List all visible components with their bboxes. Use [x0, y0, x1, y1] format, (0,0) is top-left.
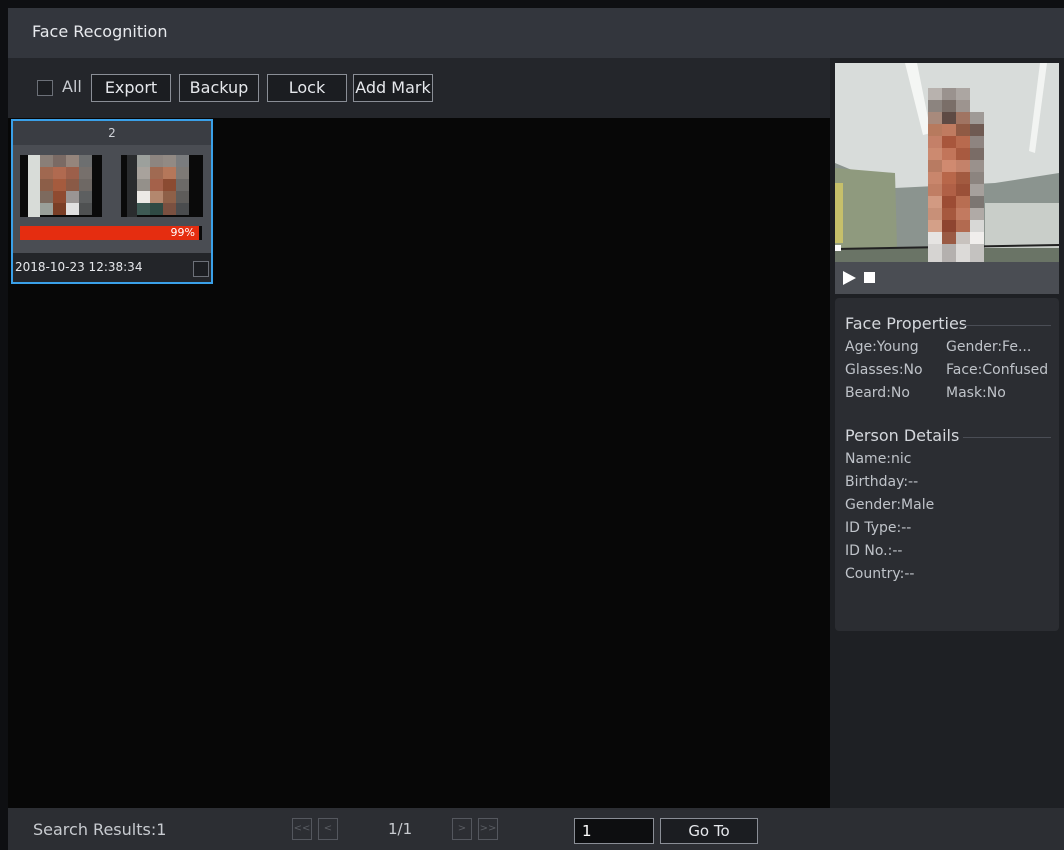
person-gender: Gender:Male	[845, 497, 935, 513]
face-expression: Face:Confused	[946, 362, 1049, 378]
goto-page-input[interactable]: 1	[574, 818, 654, 844]
card-footer: 2018-10-23 12:38:34	[13, 253, 211, 282]
section-divider	[963, 437, 1051, 438]
similarity-bar: 99%	[20, 226, 202, 240]
page-title: Face Recognition	[32, 22, 168, 41]
lock-button[interactable]: Lock	[267, 74, 347, 102]
face-glasses: Glasses:No	[845, 362, 923, 378]
person-details-title: Person Details	[845, 426, 960, 445]
face-age: Age:Young	[845, 339, 919, 355]
person-birthday: Birthday:--	[845, 474, 919, 490]
add-mark-button[interactable]: Add Mark	[353, 74, 433, 102]
title-bar: Face Recognition	[8, 8, 1064, 58]
face-library-thumbnail[interactable]	[121, 155, 203, 217]
last-page-button[interactable]: >>	[478, 818, 498, 840]
stop-icon[interactable]	[864, 272, 875, 283]
card-index: 2	[13, 121, 211, 145]
next-page-button[interactable]: >	[452, 818, 472, 840]
face-beard: Beard:No	[845, 385, 910, 401]
select-all-checkbox[interactable]	[37, 80, 53, 96]
face-gender: Gender:Fe...	[946, 339, 1032, 355]
export-button[interactable]: Export	[91, 74, 171, 102]
first-page-button[interactable]: <<	[292, 818, 312, 840]
section-divider	[963, 325, 1051, 326]
card-select-checkbox[interactable]	[193, 261, 209, 277]
similarity-value: 99%	[170, 226, 195, 239]
card-body: 99%	[13, 145, 211, 253]
video-preview[interactable]	[835, 63, 1059, 262]
toolbar: All Export Backup Lock Add Mark	[8, 58, 830, 118]
preview-frame	[835, 63, 1059, 262]
prev-page-button[interactable]: <	[318, 818, 338, 840]
person-country: Country:--	[845, 566, 915, 582]
person-id-number: ID No.:--	[845, 543, 903, 559]
search-results-count: Search Results:1	[33, 820, 167, 839]
face-properties-title: Face Properties	[845, 314, 968, 333]
person-name: Name:nic	[845, 451, 912, 467]
goto-button[interactable]: Go To	[660, 818, 758, 844]
backup-button[interactable]: Backup	[179, 74, 259, 102]
card-timestamp: 2018-10-23 12:38:34	[15, 260, 143, 274]
select-all-label: All	[62, 77, 82, 96]
result-card[interactable]: 2 99% 2018-10-23 12:38:34	[11, 119, 213, 284]
play-icon[interactable]	[843, 271, 856, 285]
face-mask: Mask:No	[946, 385, 1006, 401]
properties-panel: Face Properties Age:Young Gender:Fe... G…	[835, 298, 1059, 631]
page-indicator: 1/1	[388, 820, 413, 838]
playback-controls	[835, 262, 1059, 294]
footer-bar: Search Results:1 << < 1/1 > >> 1 Go To	[8, 808, 1064, 850]
snapshot-thumbnail[interactable]	[20, 155, 102, 217]
detail-panel: Face Properties Age:Young Gender:Fe... G…	[830, 58, 1064, 808]
person-id-type: ID Type:--	[845, 520, 912, 536]
